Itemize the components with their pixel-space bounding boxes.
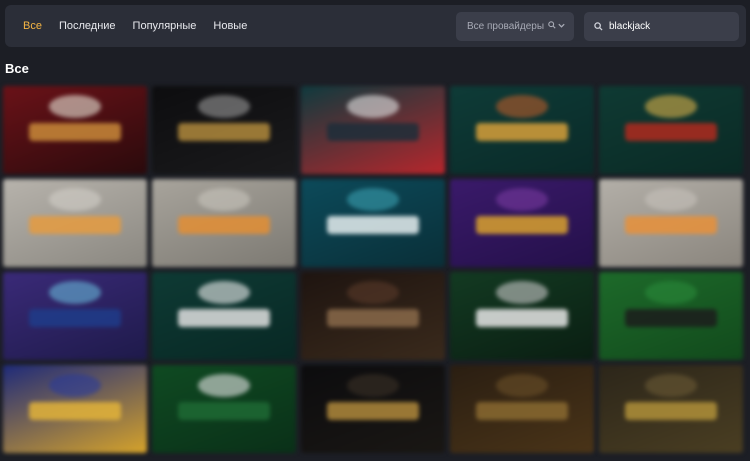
game-thumbnail-art xyxy=(198,280,250,304)
category-tabs: Все Последние Популярные Новые xyxy=(23,5,264,47)
game-thumbnail-art xyxy=(347,94,399,118)
game-card[interactable] xyxy=(152,179,296,267)
game-card[interactable] xyxy=(599,179,743,267)
game-thumbnail-logo xyxy=(177,215,271,234)
game-thumbnail-logo xyxy=(475,401,569,420)
game-card[interactable] xyxy=(152,365,296,453)
game-card[interactable] xyxy=(450,365,594,453)
game-card[interactable] xyxy=(3,272,147,360)
game-thumbnail-art xyxy=(645,94,697,118)
game-thumbnail-art xyxy=(49,94,101,118)
search-input[interactable] xyxy=(609,21,729,32)
game-thumbnail-logo xyxy=(28,401,122,420)
game-thumbnail-logo xyxy=(326,401,420,420)
game-thumbnail-art xyxy=(496,187,548,211)
game-card[interactable] xyxy=(450,272,594,360)
tab-popular[interactable]: Популярные xyxy=(133,20,197,32)
game-card[interactable] xyxy=(599,272,743,360)
game-thumbnail-art xyxy=(645,187,697,211)
game-thumbnail-art xyxy=(198,373,250,397)
game-thumbnail-logo xyxy=(28,308,122,327)
game-search[interactable] xyxy=(584,12,739,41)
game-card[interactable] xyxy=(3,365,147,453)
game-card[interactable] xyxy=(3,86,147,174)
game-thumbnail-art xyxy=(496,373,548,397)
search-icon xyxy=(548,21,556,32)
game-thumbnail-art xyxy=(645,373,697,397)
game-card[interactable] xyxy=(301,179,445,267)
game-thumbnail-art xyxy=(347,280,399,304)
chevron-down-icon xyxy=(557,21,566,33)
game-card[interactable] xyxy=(599,365,743,453)
game-thumbnail-logo xyxy=(475,215,569,234)
game-thumbnail-logo xyxy=(28,122,122,141)
game-card[interactable] xyxy=(450,179,594,267)
game-thumbnail-art xyxy=(198,187,250,211)
game-card[interactable] xyxy=(152,86,296,174)
game-thumbnail-logo xyxy=(475,308,569,327)
game-thumbnail-logo xyxy=(177,122,271,141)
game-thumbnail-logo xyxy=(475,122,569,141)
game-card[interactable] xyxy=(301,86,445,174)
game-thumbnail-art xyxy=(496,280,548,304)
game-thumbnail-logo xyxy=(326,122,420,141)
game-thumbnail-logo xyxy=(326,308,420,327)
game-card[interactable] xyxy=(450,86,594,174)
game-thumbnail-art xyxy=(347,373,399,397)
tab-recent[interactable]: Последние xyxy=(59,20,116,32)
top-filter-bar: Все Последние Популярные Новые Все прова… xyxy=(5,5,746,47)
game-thumbnail-art xyxy=(347,187,399,211)
game-thumbnail-art xyxy=(496,94,548,118)
provider-select-label: Все провайдеры xyxy=(467,21,545,32)
game-card[interactable] xyxy=(3,179,147,267)
game-thumbnail-logo xyxy=(326,215,420,234)
game-thumbnail-logo xyxy=(624,215,718,234)
game-thumbnail-logo xyxy=(177,308,271,327)
section-title: Все xyxy=(5,61,29,76)
game-thumbnail-art xyxy=(49,187,101,211)
games-grid xyxy=(3,86,749,453)
tab-new[interactable]: Новые xyxy=(213,20,247,32)
game-card[interactable] xyxy=(301,272,445,360)
game-thumbnail-logo xyxy=(624,401,718,420)
game-thumbnail-art xyxy=(49,373,101,397)
game-thumbnail-logo xyxy=(177,401,271,420)
game-thumbnail-art xyxy=(49,280,101,304)
game-thumbnail-logo xyxy=(28,215,122,234)
game-card[interactable] xyxy=(301,365,445,453)
game-thumbnail-art xyxy=(198,94,250,118)
game-card[interactable] xyxy=(152,272,296,360)
game-thumbnail-logo xyxy=(624,308,718,327)
game-card[interactable] xyxy=(599,86,743,174)
game-thumbnail-logo xyxy=(624,122,718,141)
game-thumbnail-art xyxy=(645,280,697,304)
tab-all[interactable]: Все xyxy=(23,20,42,32)
provider-select[interactable]: Все провайдеры xyxy=(456,12,574,41)
search-icon xyxy=(594,18,603,36)
